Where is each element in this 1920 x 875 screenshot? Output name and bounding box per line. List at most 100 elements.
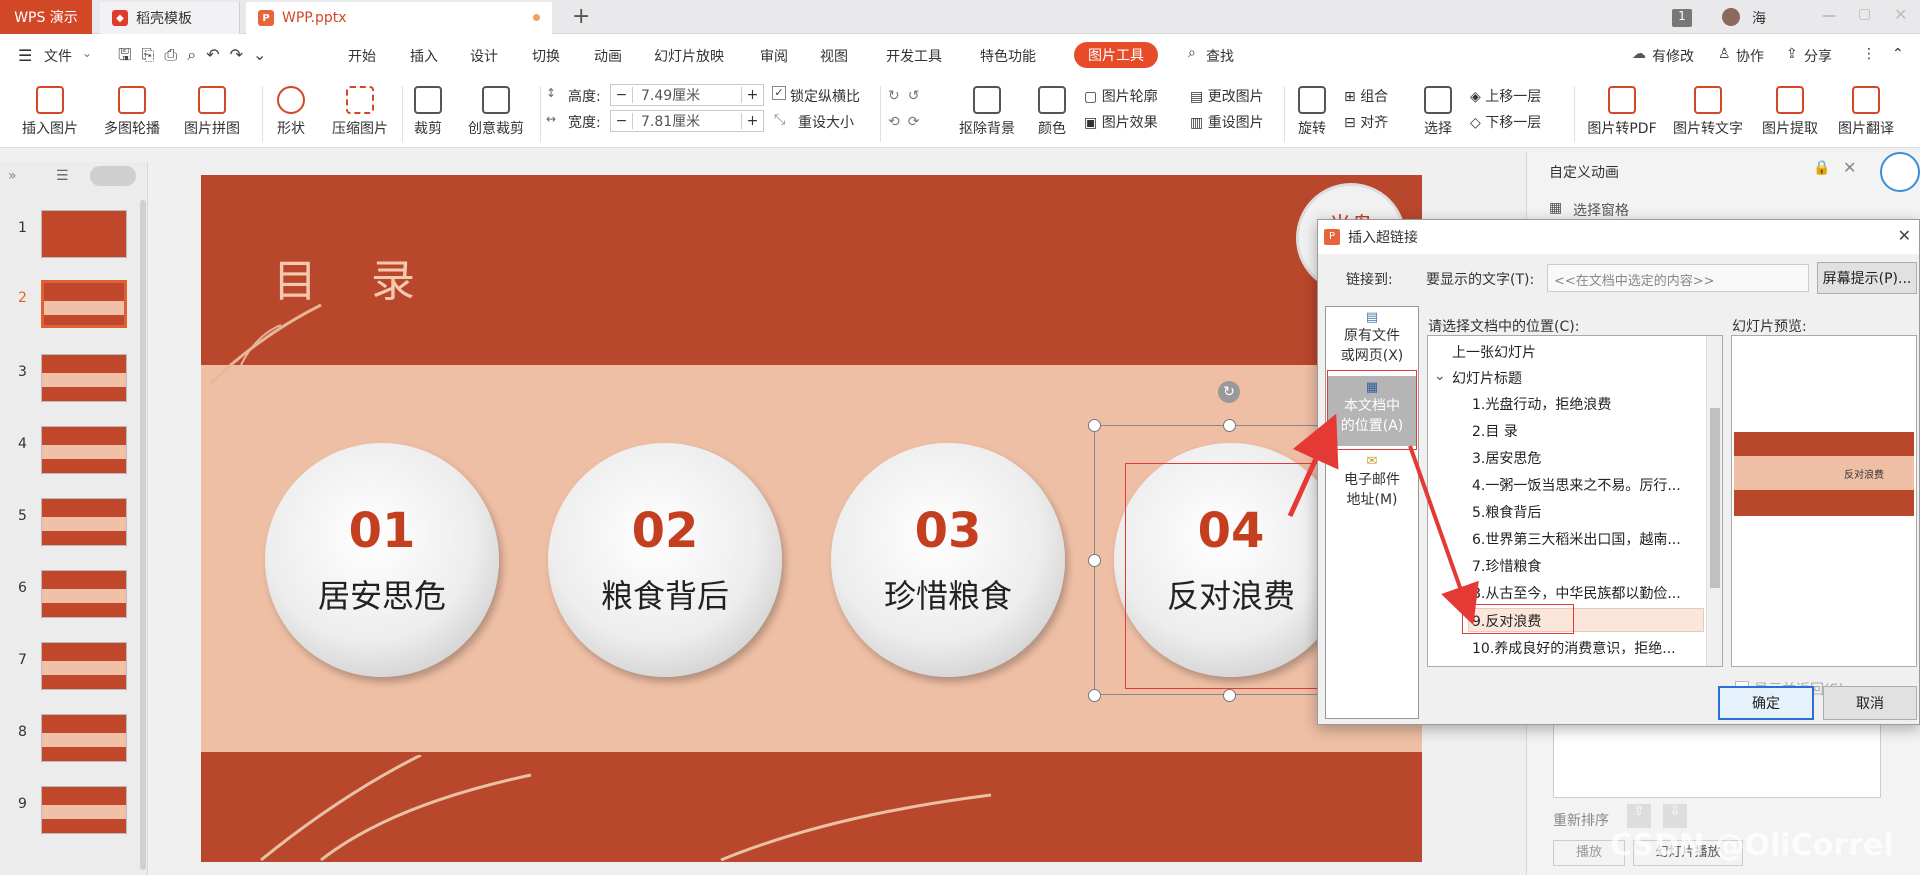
scrollbar-thumb[interactable] [1710, 408, 1720, 588]
multi-carousel-button[interactable]: 多图轮播 [92, 86, 172, 138]
tree-item[interactable]: 10.养成良好的消费意识，拒绝... [1472, 638, 1676, 658]
lock-icon[interactable]: 🔒 [1813, 160, 1830, 176]
tab-wpp-file[interactable]: P WPP.pptx [246, 2, 552, 34]
width-input[interactable]: −7.81厘米 + [610, 110, 764, 132]
slide-thumbnail-3[interactable] [41, 354, 127, 402]
select-button[interactable]: 选择 [1414, 86, 1462, 138]
reset-picture-button[interactable]: ▥ 重设图片 [1190, 112, 1264, 132]
search-icon[interactable]: ⌕ [1188, 45, 1196, 61]
menu-slideshow[interactable]: 幻灯片放映 [654, 46, 724, 66]
resize-button[interactable]: 重设大小 [798, 112, 854, 132]
compress-button[interactable]: 压缩图片 [324, 86, 396, 138]
color-button[interactable]: 颜色 [1030, 86, 1074, 138]
chevron-down-icon[interactable]: ⌄ [1434, 368, 1446, 384]
tree-item[interactable]: 1.光盘行动，拒绝浪费 [1472, 394, 1611, 414]
lock-ratio-checkbox[interactable]: ✓ [772, 86, 786, 100]
select-pane-link[interactable]: 选择窗格 [1573, 200, 1629, 220]
avatar[interactable] [1722, 8, 1740, 26]
width-increment[interactable]: + [741, 113, 763, 129]
menu-transition[interactable]: 切换 [532, 46, 560, 66]
resize-handle[interactable] [1088, 554, 1101, 567]
height-decrement[interactable]: − [611, 87, 633, 103]
chevron-down-icon[interactable]: ⌄ [82, 46, 92, 60]
collapse-ribbon-icon[interactable]: ⌃ [1892, 46, 1904, 62]
expand-icon[interactable]: » [8, 168, 17, 184]
tree-item-previous-slide[interactable]: 上一张幻灯片 [1452, 342, 1536, 362]
plate-03[interactable]: 03 珍惜粮食 [831, 443, 1065, 677]
picture-outline-button[interactable]: ▢ 图片轮廓 [1084, 86, 1158, 106]
screen-tip-button[interactable]: 屏幕提示(P)... [1817, 262, 1917, 294]
ok-button[interactable]: 确定 [1718, 686, 1814, 720]
cancel-button[interactable]: 取消 [1823, 686, 1917, 720]
slide-thumbnail-8[interactable] [41, 714, 127, 762]
close-icon[interactable]: ✕ [1894, 5, 1907, 24]
slide-thumbnail-5[interactable] [41, 498, 127, 546]
align-button[interactable]: ⊟ 对齐 [1344, 112, 1388, 132]
tree-item[interactable]: 2.目 录 [1472, 421, 1518, 441]
change-picture-button[interactable]: ▤ 更改图片 [1190, 86, 1264, 106]
thumbnail-view-toggle[interactable] [90, 166, 136, 186]
slide-thumbnail-9[interactable] [41, 786, 127, 834]
menu-view[interactable]: 视图 [820, 46, 848, 66]
resize-handle[interactable] [1223, 689, 1236, 702]
menu-animation[interactable]: 动画 [594, 46, 622, 66]
new-tab-icon[interactable]: + [572, 4, 590, 29]
email-address-option[interactable]: ✉ 电子邮件 地址(M) [1326, 454, 1418, 518]
collaborate-button[interactable]: 协作 [1736, 46, 1764, 66]
close-icon[interactable]: ✕ [1898, 226, 1911, 245]
picture-effects-button[interactable]: ▣ 图片效果 [1084, 112, 1158, 132]
height-input[interactable]: −7.49厘米 + [610, 84, 764, 106]
move-up-icon[interactable]: ⇧ [1627, 804, 1651, 828]
tab-docer-template[interactable]: ◆ 稻壳模板 [100, 2, 240, 34]
menu-features[interactable]: 特色功能 [980, 46, 1036, 66]
rotate-button[interactable]: 旋转 [1288, 86, 1336, 138]
resize-handle[interactable] [1223, 419, 1236, 432]
tree-item-slide-titles[interactable]: 幻灯片标题 [1452, 368, 1522, 388]
rotate-flip-icons[interactable]: ↻↺ [888, 88, 927, 104]
slide-thumbnail-2[interactable] [41, 280, 127, 328]
slide-thumbnail-4[interactable] [41, 426, 127, 474]
display-text-input[interactable]: <<在文档中选定的内容>> [1547, 264, 1809, 292]
existing-file-option[interactable]: ▤ 原有文件 或网页(X) [1326, 310, 1418, 374]
hamburger-icon[interactable]: ☰ [18, 46, 32, 65]
height-value[interactable]: 7.49厘米 [633, 85, 741, 105]
minimize-icon[interactable]: — [1822, 8, 1836, 24]
resize-handle[interactable] [1088, 689, 1101, 702]
plate-01[interactable]: 01 居安思危 [265, 443, 499, 677]
move-down-icon[interactable]: ⇩ [1663, 804, 1687, 828]
tree-item[interactable]: 5.粮食背后 [1472, 502, 1541, 522]
menu-insert[interactable]: 插入 [410, 46, 438, 66]
tree-item[interactable]: 8.从古至今，中华民族都以勤俭... [1472, 583, 1681, 603]
animation-list[interactable] [1553, 722, 1881, 798]
picture-translate-button[interactable]: 图片翻译 [1830, 86, 1902, 138]
menu-picture-tools[interactable]: 图片工具 [1074, 42, 1158, 68]
more-icon[interactable]: ⋮ [1862, 46, 1876, 62]
group-button[interactable]: ⊞ 组合 [1344, 86, 1388, 106]
panel-title[interactable]: 自定义动画 [1549, 162, 1619, 182]
tree-item[interactable]: 6.世界第三大稻米出口国，越南... [1472, 529, 1681, 549]
menu-developer[interactable]: 开发工具 [886, 46, 942, 66]
slide-thumbnail-7[interactable] [41, 642, 127, 690]
resize-handle[interactable] [1088, 419, 1101, 432]
tree-item[interactable]: 4.一粥一饭当思来之不易。厉行... [1472, 475, 1681, 495]
picture-collage-button[interactable]: 图片拼图 [172, 86, 252, 138]
slide-canvas[interactable]: 目 录 光盘 01居安思危 02粮食背后 03珍惜粮食 04反对浪费 ↻ [201, 175, 1422, 862]
quick-access-icons[interactable]: 🖫⎘⎙⌕↶↷⌄ [118, 44, 276, 71]
badge[interactable]: 1 [1672, 9, 1692, 27]
close-icon[interactable]: ✕ [1843, 158, 1856, 177]
tree-item[interactable]: 7.珍惜粮食 [1472, 556, 1541, 576]
flip-icons[interactable]: ⟲⟳ [888, 114, 927, 130]
plate-02[interactable]: 02 粮食背后 [548, 443, 782, 677]
slide-thumbnail-1[interactable] [41, 210, 127, 258]
insert-picture-button[interactable]: 插入图片 [8, 86, 92, 138]
remove-background-button[interactable]: 抠除背景 [948, 86, 1026, 138]
maximize-icon[interactable]: ▢ [1858, 6, 1871, 22]
crop-button[interactable]: 裁剪 [406, 86, 450, 138]
menu-search[interactable]: 查找 [1206, 46, 1234, 66]
slide-thumbnail-6[interactable] [41, 570, 127, 618]
menu-review[interactable]: 审阅 [760, 46, 788, 66]
tree-item[interactable]: 3.居安思危 [1472, 448, 1541, 468]
height-increment[interactable]: + [741, 87, 763, 103]
modified-status[interactable]: 有修改 [1652, 46, 1694, 66]
share-button[interactable]: 分享 [1804, 46, 1832, 66]
